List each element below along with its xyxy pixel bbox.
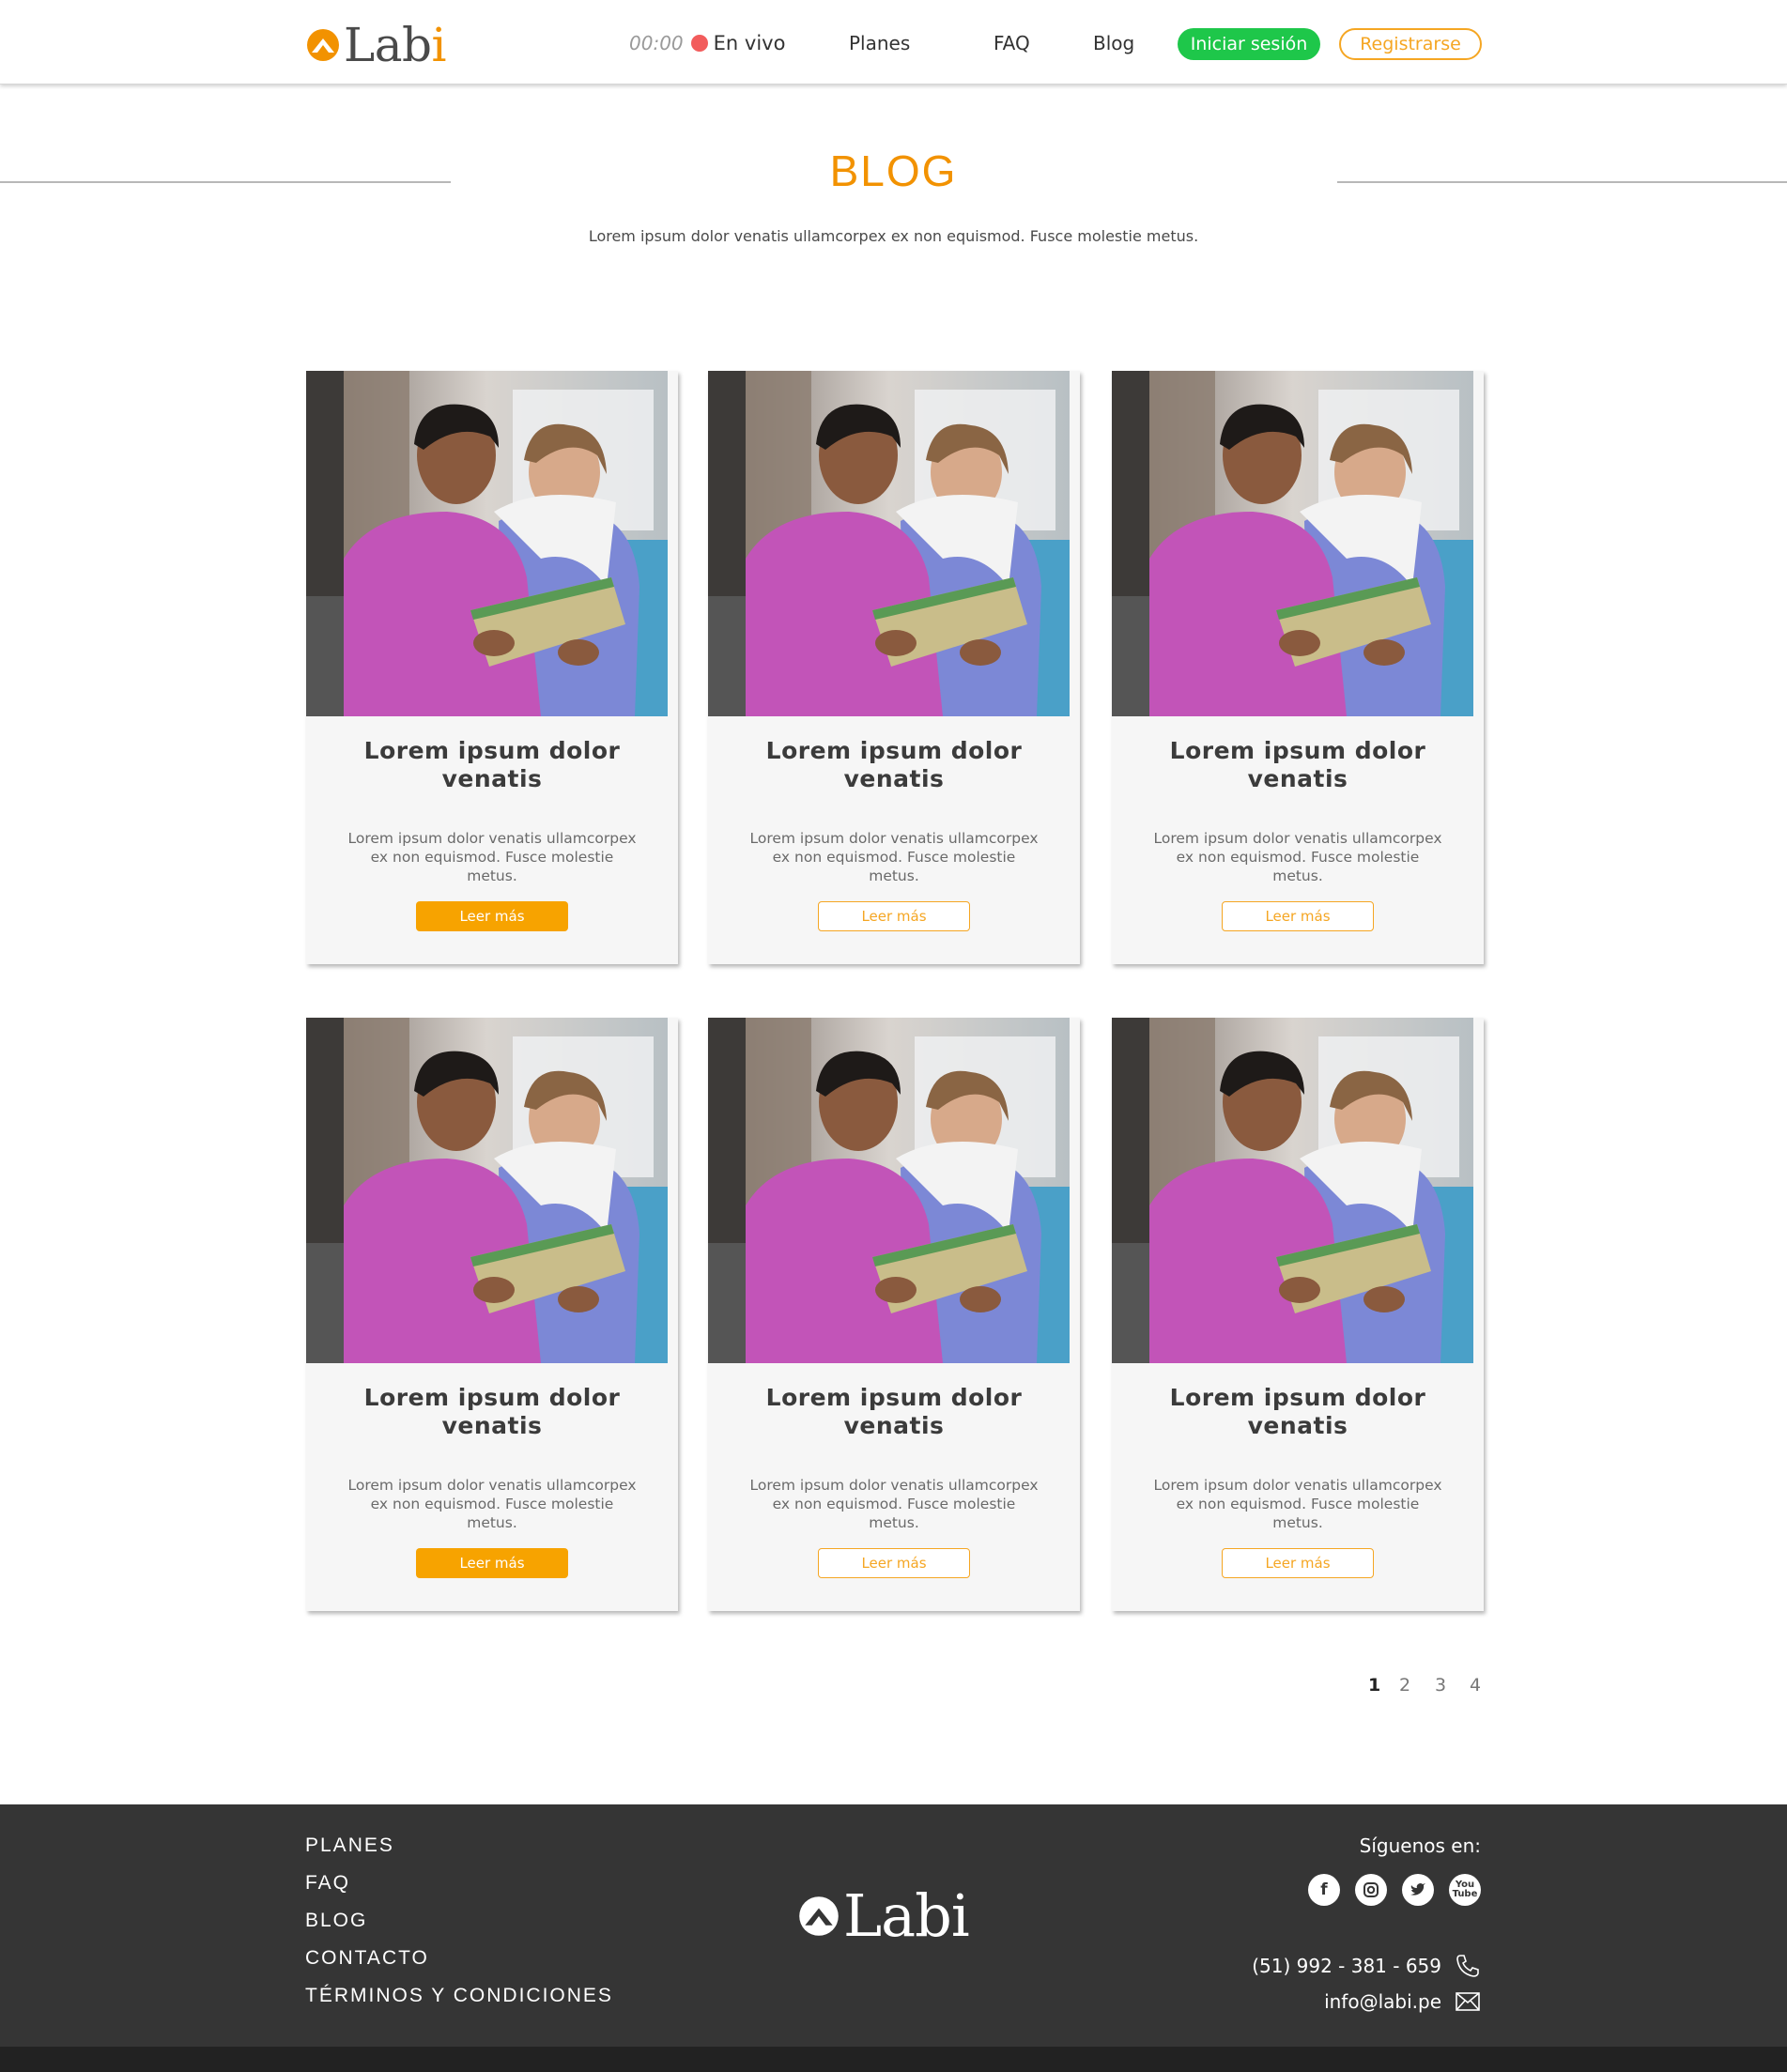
blog-card: Lorem ipsum dolor venatis Lorem ipsum do… <box>1112 371 1484 964</box>
footer-link-planes[interactable]: PLANES <box>305 1834 394 1857</box>
page-3-link[interactable]: 3 <box>1435 1675 1446 1696</box>
read-more-button[interactable]: Leer más <box>818 1548 970 1578</box>
instagram-icon[interactable] <box>1355 1874 1387 1906</box>
mail-icon <box>1456 1992 1480 2011</box>
blog-card: Lorem ipsum dolor venatis Lorem ipsum do… <box>708 371 1080 964</box>
card-title: Lorem ipsum dolor venatis <box>1169 1384 1426 1439</box>
blog-card: Lorem ipsum dolor venatis Lorem ipsum do… <box>306 1018 678 1611</box>
card-excerpt: Lorem ipsum dolor venatis ullamcorpex ex… <box>347 830 637 884</box>
page-4-link[interactable]: 4 <box>1470 1675 1481 1696</box>
card-excerpt: Lorem ipsum dolor venatis ullamcorpex ex… <box>749 1477 1039 1531</box>
email-row: info@labi.pe <box>1324 1990 1481 2013</box>
nav-planes[interactable]: Planes <box>849 30 910 56</box>
read-more-button[interactable]: Leer más <box>416 901 568 931</box>
live-time: 00:00 <box>629 32 684 54</box>
youtube-icon[interactable]: You Tube <box>1449 1874 1481 1906</box>
logo-mark-icon <box>799 1895 839 1936</box>
phone-row: (51) 992 - 381 - 659 <box>1252 1953 1481 1979</box>
card-image[interactable] <box>708 371 1070 716</box>
live-indicator[interactable]: 00:00 En vivo <box>629 30 785 56</box>
blog-card: Lorem ipsum dolor venatis Lorem ipsum do… <box>306 371 678 964</box>
footer-logo[interactable]: Labi <box>798 1881 970 1950</box>
card-image[interactable] <box>708 1018 1070 1363</box>
blog-card: Lorem ipsum dolor venatis Lorem ipsum do… <box>708 1018 1080 1611</box>
footer-link-blog[interactable]: BLOG <box>305 1910 367 1932</box>
footer-link-contacto[interactable]: CONTACTO <box>305 1947 429 1970</box>
site-footer: PLANES FAQ BLOG CONTACTO TÉRMINOS Y COND… <box>0 1804 1787 2047</box>
social-links: f You Tube <box>1308 1874 1481 1906</box>
page-1-link[interactable]: 1 <box>1368 1675 1380 1696</box>
card-title: Lorem ipsum dolor venatis <box>1169 737 1426 792</box>
card-image[interactable] <box>1112 1018 1473 1363</box>
register-button[interactable]: Registrarse <box>1339 28 1482 60</box>
email-address[interactable]: info@labi.pe <box>1324 1990 1441 2013</box>
login-button[interactable]: Iniciar sesión <box>1178 28 1320 60</box>
card-title: Lorem ipsum dolor venatis <box>363 1384 621 1439</box>
facebook-icon[interactable]: f <box>1308 1874 1340 1906</box>
page-2-link[interactable]: 2 <box>1399 1675 1410 1696</box>
blog-card: Lorem ipsum dolor venatis Lorem ipsum do… <box>1112 1018 1484 1611</box>
read-more-button[interactable]: Leer más <box>1222 901 1374 931</box>
page-subtitle: Lorem ipsum dolor venatis ullamcorpex ex… <box>588 227 1199 245</box>
card-title: Lorem ipsum dolor venatis <box>765 737 1023 792</box>
card-excerpt: Lorem ipsum dolor venatis ullamcorpex ex… <box>749 830 1039 884</box>
logo-mark-icon <box>307 29 339 61</box>
site-header: Labi 00:00 En vivo Planes FAQ Blog Inici… <box>0 0 1787 84</box>
live-dot-icon <box>690 35 708 52</box>
card-excerpt: Lorem ipsum dolor venatis ullamcorpex ex… <box>1153 1477 1442 1531</box>
twitter-icon[interactable] <box>1402 1874 1434 1906</box>
read-more-button[interactable]: Leer más <box>818 901 970 931</box>
footer-logo-wordmark: Labi <box>843 1881 970 1950</box>
phone-icon <box>1456 1955 1479 1977</box>
card-image[interactable] <box>306 1018 668 1363</box>
page-title: BLOG <box>829 146 958 195</box>
card-image[interactable] <box>306 371 668 716</box>
read-more-button[interactable]: Leer más <box>416 1548 568 1578</box>
nav-faq[interactable]: FAQ <box>994 30 1030 56</box>
footer-link-faq[interactable]: FAQ <box>305 1872 350 1895</box>
footer-bottom-bar <box>0 2047 1787 2072</box>
card-title: Lorem ipsum dolor venatis <box>363 737 621 792</box>
card-image[interactable] <box>1112 371 1473 716</box>
read-more-button[interactable]: Leer más <box>1222 1548 1374 1578</box>
nav-blog[interactable]: Blog <box>1093 30 1134 56</box>
card-title: Lorem ipsum dolor venatis <box>765 1384 1023 1439</box>
follow-label: Síguenos en: <box>1359 1834 1481 1857</box>
card-excerpt: Lorem ipsum dolor venatis ullamcorpex ex… <box>347 1477 637 1531</box>
header-logo[interactable]: Labi <box>306 18 447 72</box>
live-label: En vivo <box>713 32 786 54</box>
phone-number[interactable]: (51) 992 - 381 - 659 <box>1252 1955 1441 1977</box>
footer-link-terminos[interactable]: TÉRMINOS Y CONDICIONES <box>305 1985 613 2007</box>
card-excerpt: Lorem ipsum dolor venatis ullamcorpex ex… <box>1153 830 1442 884</box>
logo-wordmark: Labi <box>344 18 447 72</box>
